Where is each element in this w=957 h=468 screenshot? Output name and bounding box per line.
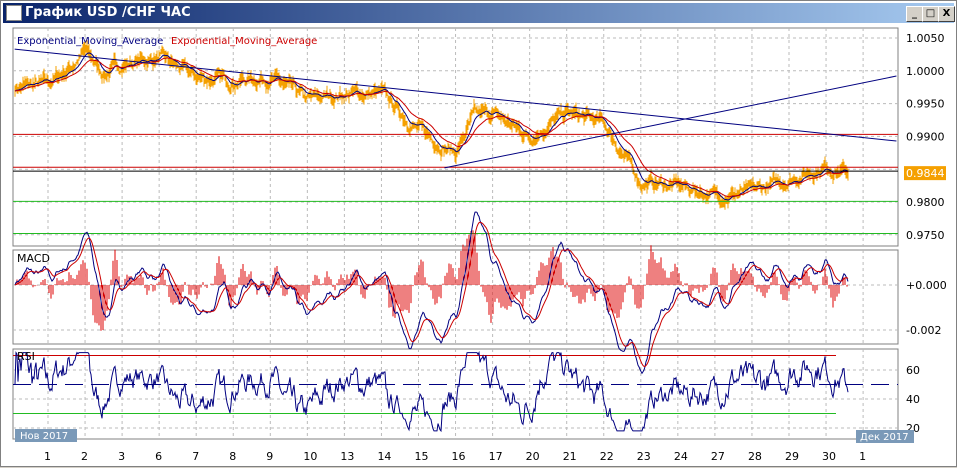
price-axis-label: 1.0050: [906, 32, 945, 45]
x-axis-day-label: 23: [637, 450, 651, 463]
x-axis-day-label: 10: [303, 450, 317, 463]
x-axis-day-label: 1: [44, 450, 51, 463]
x-axis-day-label: 24: [674, 450, 688, 463]
x-axis-day-label: 6: [155, 450, 162, 463]
x-axis-day-label: 28: [748, 450, 762, 463]
x-axis-day-label: 9: [266, 450, 273, 463]
price-axis-label: 0.9800: [906, 196, 945, 209]
chart-area[interactable]: Exponential_Moving_Average Exponential_Mo…: [1, 1, 957, 468]
price-axis-label: 0.9950: [906, 98, 945, 111]
month-label-right: Дек 2017: [860, 432, 909, 443]
x-axis-day-label: 20: [526, 450, 540, 463]
x-axis-day-label: 1: [859, 450, 866, 463]
x-axis-day-label: 21: [563, 450, 577, 463]
x-axis-day-label: 27: [711, 450, 725, 463]
x-axis-day-label: 15: [415, 450, 429, 463]
x-axis-day-label: 29: [785, 450, 799, 463]
x-axis-day-label: 8: [229, 450, 236, 463]
month-label-left: Нов 2017: [20, 431, 68, 442]
x-axis-day-label: 22: [600, 450, 614, 463]
x-axis-day-label: 30: [822, 450, 836, 463]
current-price-label: 0.9844: [906, 167, 945, 180]
x-axis-day-label: 3: [118, 450, 125, 463]
x-axis-day-label: 13: [340, 450, 354, 463]
rsi-label: RSI: [17, 350, 35, 363]
macd-label: MACD: [17, 252, 50, 265]
rsi-axis-label: 40: [906, 393, 920, 406]
price-axis-label: 0.9900: [906, 130, 945, 143]
rsi-axis-label: 60: [906, 364, 920, 377]
price-axis-label: 0.9750: [906, 229, 945, 242]
x-axis-day-label: 16: [452, 450, 466, 463]
legend-ema-2: Exponential_Moving_Average: [171, 36, 317, 47]
legend-ema-1: Exponential_Moving_Average: [17, 36, 163, 47]
x-axis-day-label: 17: [489, 450, 503, 463]
x-axis-day-label: 2: [81, 450, 88, 463]
chart-window: График USD /CHF ЧАС _ □ X Exponential_Mo…: [0, 0, 957, 467]
price-axis-label: 1.0000: [906, 65, 945, 78]
macd-axis-label: -0.002: [906, 324, 941, 337]
x-axis-day-label: 14: [377, 450, 391, 463]
x-axis-day-label: 7: [192, 450, 199, 463]
macd-axis-label: +0.000: [906, 279, 947, 292]
